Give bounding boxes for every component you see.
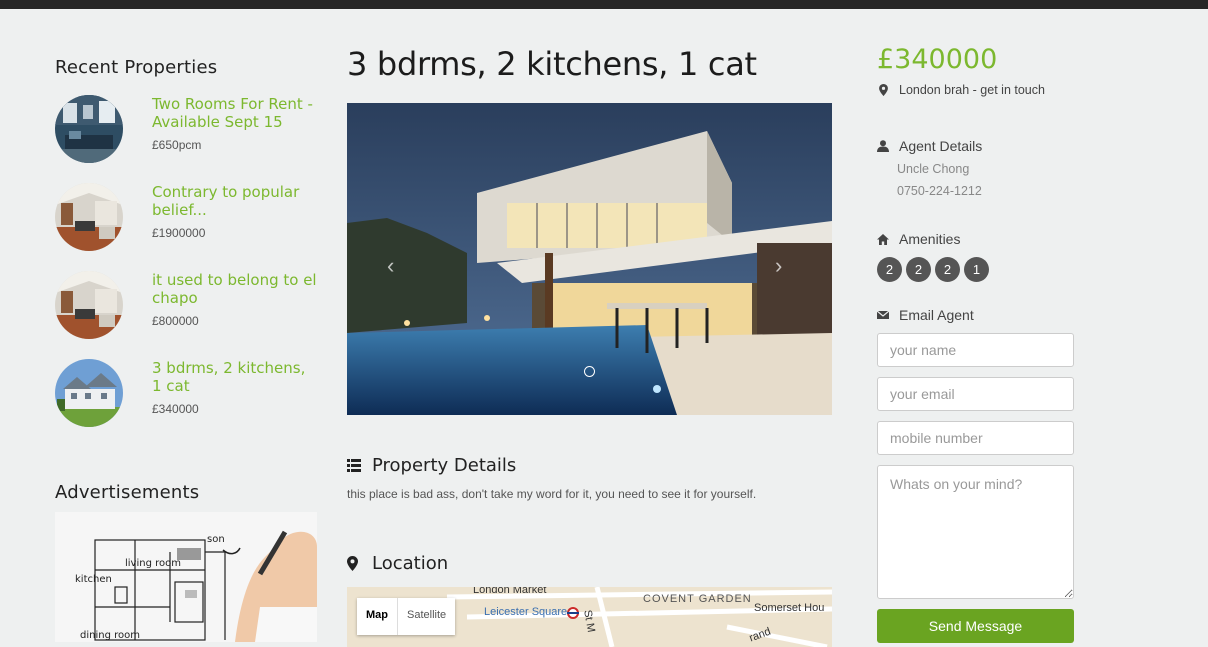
agent-details-title: Agent Details: [899, 138, 983, 154]
carousel-prev-chevron-icon[interactable]: ‹: [387, 253, 394, 279]
map-tab-satellite[interactable]: Satellite: [398, 598, 455, 635]
home-icon: [877, 233, 889, 245]
envelope-icon: [877, 310, 889, 320]
agent-phone: 0750-224-1212: [897, 184, 982, 198]
recent-property-price: £800000: [152, 314, 199, 328]
main-content: 3 bdrms, 2 kitchens, 1 cat ‹ › Property …: [347, 45, 832, 647]
map-label: London Market: [473, 587, 547, 596]
map-label: COVENT GARDEN: [643, 593, 752, 605]
email-field[interactable]: [877, 377, 1074, 411]
map-type-tabs: Map Satellite: [357, 598, 456, 635]
right-sidebar: £340000 London brah - get in touch Agent…: [877, 44, 1074, 643]
recent-properties-title: Recent Properties: [55, 57, 218, 78]
carousel-next-chevron-icon[interactable]: ›: [775, 253, 782, 279]
name-field[interactable]: [877, 333, 1074, 367]
message-field[interactable]: [877, 465, 1074, 599]
property-details-heading: Property Details: [347, 455, 832, 476]
property-thumbnail[interactable]: [55, 183, 123, 251]
list-item[interactable]: Contrary to popular belief... £1900000: [55, 183, 317, 271]
property-thumbnail[interactable]: [55, 95, 123, 163]
amenity-badge: 2: [877, 257, 902, 282]
list-item[interactable]: 3 bdrms, 2 kitchens, 1 cat £340000: [55, 359, 317, 447]
recent-property-price: £340000: [152, 402, 199, 416]
property-description: this place is bad ass, don't take my wor…: [347, 487, 757, 501]
amenity-badge: 2: [906, 257, 931, 282]
property-thumbnail[interactable]: [55, 271, 123, 339]
map-tab-map[interactable]: Map: [357, 598, 398, 635]
property-details-title: Property Details: [372, 455, 517, 476]
ad-label-son: son: [207, 534, 225, 545]
map-marker-icon: [877, 84, 889, 96]
amenity-badge: 2: [935, 257, 960, 282]
recent-property-link[interactable]: 3 bdrms, 2 kitchens, 1 cat: [152, 359, 317, 395]
amenities-heading: Amenities: [877, 231, 1074, 247]
amenities-badges: 2 2 2 1: [877, 257, 1074, 282]
recent-property-link[interactable]: Contrary to popular belief...: [152, 183, 317, 219]
recent-properties-list: Two Rooms For Rent - Available Sept 15 £…: [55, 95, 317, 447]
advertisement-image[interactable]: son living room kitchen dining room: [55, 512, 317, 642]
map-label: Somerset Hou: [754, 602, 825, 614]
location-text: London brah - get in touch: [899, 83, 1045, 97]
location-map[interactable]: Map Satellite London Market Leicester Sq…: [347, 587, 832, 647]
email-agent-title: Email Agent: [899, 307, 974, 323]
amenities-title: Amenities: [899, 231, 961, 247]
list-icon: [347, 459, 363, 472]
carousel-indicator[interactable]: [584, 366, 595, 377]
agent-details-heading: Agent Details: [877, 138, 1074, 154]
property-thumbnail[interactable]: [55, 359, 123, 427]
left-sidebar: Recent Properties Two Rooms For Rent - A…: [55, 57, 317, 642]
map-label: Leicester Square: [484, 606, 568, 618]
ad-label-dining-room: dining room: [80, 630, 140, 641]
recent-property-link[interactable]: Two Rooms For Rent - Available Sept 15: [152, 95, 317, 131]
recent-property-price: £1900000: [152, 226, 206, 240]
amenity-badge: 1: [964, 257, 989, 282]
recent-property-price: £650pcm: [152, 138, 202, 152]
location-title: Location: [372, 553, 449, 574]
page-title: 3 bdrms, 2 kitchens, 1 cat: [347, 45, 757, 83]
list-item[interactable]: Two Rooms For Rent - Available Sept 15 £…: [55, 95, 317, 183]
user-icon: [877, 140, 889, 152]
send-message-button[interactable]: Send Message: [877, 609, 1074, 643]
location-heading: Location: [347, 553, 832, 574]
list-item[interactable]: it used to belong to el chapo £800000: [55, 271, 317, 359]
property-carousel[interactable]: ‹ ›: [347, 103, 832, 415]
ad-label-living-room: living room: [125, 558, 181, 569]
mobile-field[interactable]: [877, 421, 1074, 455]
advertisements-title: Advertisements: [55, 482, 200, 503]
ad-label-kitchen: kitchen: [75, 574, 112, 585]
email-agent-heading: Email Agent: [877, 307, 1074, 323]
recent-property-link[interactable]: it used to belong to el chapo: [152, 271, 317, 307]
map-marker-icon: [347, 556, 363, 571]
property-location: London brah - get in touch: [877, 83, 1074, 97]
top-bar: [0, 0, 1208, 9]
agent-name: Uncle Chong: [897, 162, 970, 176]
property-price: £340000: [877, 44, 998, 75]
